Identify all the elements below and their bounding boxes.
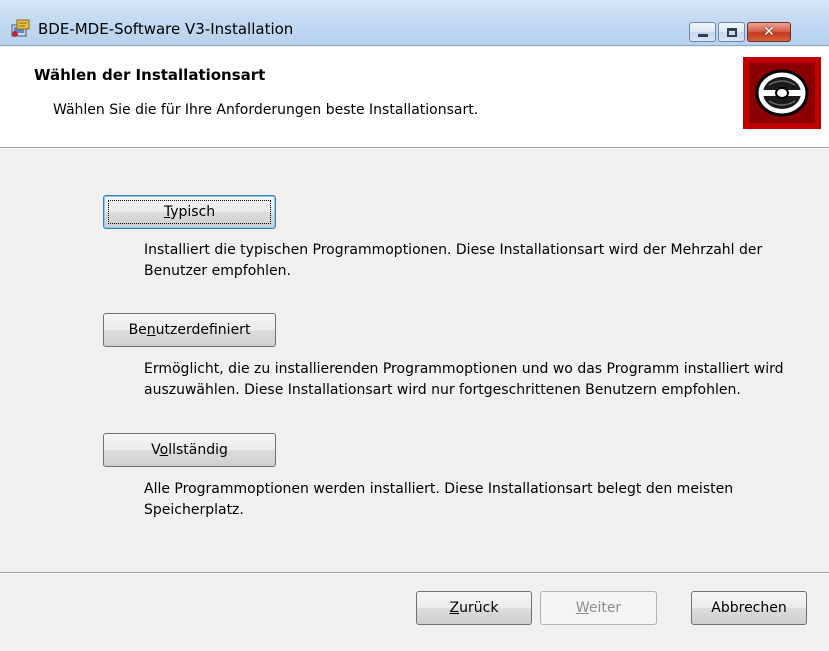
close-icon: ✕ [763,24,775,40]
cd-disc-icon [743,57,821,129]
complete-button[interactable]: Vollständig [103,433,276,467]
header-banner: Wählen der Installationsart Wählen Sie d… [0,47,829,147]
custom-button[interactable]: Benutzerdefiniert [103,313,276,347]
page-title: Wählen der Installationsart [34,66,266,84]
header-separator [0,147,829,149]
typical-description: Installiert die typischen Programmoption… [144,242,763,279]
complete-description: Alle Programmoptionen werden installiert… [144,481,734,518]
title-bar[interactable]: BDE-MDE-Software V3-Installation ✕ [0,0,829,46]
maximize-button[interactable] [718,22,745,42]
window-title: BDE-MDE-Software V3-Installation [38,20,294,38]
cancel-button[interactable]: Abbrechen [691,591,807,625]
typical-button[interactable]: Typisch [103,195,276,229]
page-subtitle: Wählen Sie die für Ihre Anforderungen be… [53,102,479,118]
installer-icon [11,18,31,38]
custom-description: Ermöglicht, die zu installierenden Progr… [144,361,784,398]
installer-window: BDE-MDE-Software V3-Installation ✕ Wähle… [0,0,829,651]
back-button[interactable]: Zurück [416,591,532,625]
maximize-icon [727,28,737,37]
footer-separator [0,572,829,574]
minimize-icon [698,34,708,37]
next-button[interactable]: Weiter [540,591,657,625]
close-button[interactable]: ✕ [747,22,791,42]
minimize-button[interactable] [689,22,716,42]
